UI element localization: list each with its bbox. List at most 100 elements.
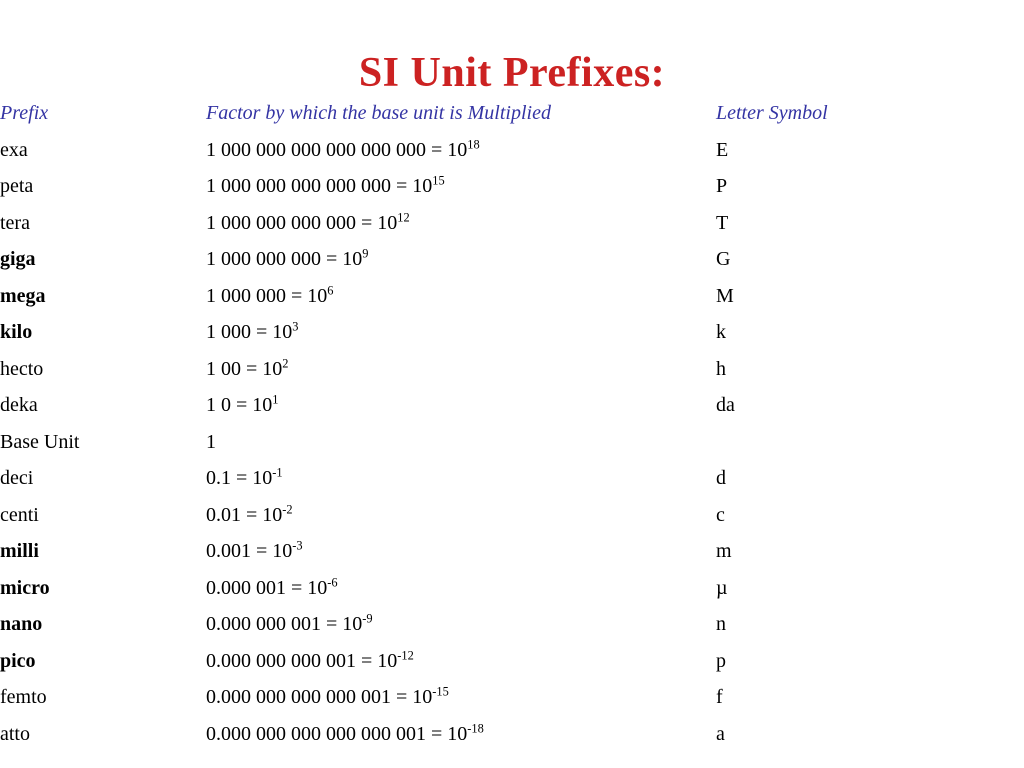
table-row: mega 1 000 000 = 106 M xyxy=(0,278,1024,315)
cell-prefix-name: deci xyxy=(0,467,34,489)
factor-number: 0.000 001 xyxy=(206,576,286,599)
factor-number: 1 0 xyxy=(206,394,231,416)
slide-canvas: SI Unit Prefixes: Prefix Factor by which… xyxy=(0,0,1024,768)
cell-letter-symbol: P xyxy=(716,175,728,197)
cell-factor-value: 0.000 000 000 001 = 10-12 xyxy=(206,643,716,680)
table-header-row: Prefix Factor by which the base unit is … xyxy=(0,95,1024,132)
cell-prefix-name: peta xyxy=(0,175,34,197)
factor-exponent: -15 xyxy=(432,684,449,699)
column-header-letter-symbol: Letter Symbol xyxy=(716,102,828,124)
cell-letter-symbol: a xyxy=(716,722,725,745)
factor-equals-base: = 10 xyxy=(321,613,363,635)
factor-equals-base: = 10 xyxy=(356,649,398,672)
cell-factor-value: 1 0 = 101 xyxy=(206,387,716,424)
table-row: deci 0.1 = 10-1 d xyxy=(0,460,1024,497)
factor-exponent: -12 xyxy=(397,647,414,662)
cell-factor-value: 1 000 000 000 = 109 xyxy=(206,241,716,278)
factor-equals-base: = 10 xyxy=(356,211,398,234)
factor-equals-base: = 10 xyxy=(426,138,468,161)
cell-prefix-name: milli xyxy=(0,540,39,562)
table-body: exa 1 000 000 000 000 000 000 = 1018 Epeta… xyxy=(0,132,1024,753)
cell-factor-value: 1 000 000 = 106 xyxy=(206,278,716,315)
cell-prefix-name: atto xyxy=(0,722,30,745)
table-row: atto 0.000 000 000 000 000 001 = 10-18 a xyxy=(0,716,1024,753)
factor-number: 1 000 000 000 000 000 000 xyxy=(206,138,426,161)
cell-factor-value: 1 xyxy=(206,424,716,461)
cell-prefix-name: centi xyxy=(0,503,39,526)
cell-prefix-name: deka xyxy=(0,394,38,416)
factor-exponent: 3 xyxy=(292,319,299,334)
table-row: giga 1 000 000 000 = 109 G xyxy=(0,241,1024,278)
table-row: deka 1 0 = 101 da xyxy=(0,387,1024,424)
cell-letter-symbol: G xyxy=(716,248,731,270)
factor-exponent: -18 xyxy=(467,720,484,735)
factor-number: 1 000 000 000 000 xyxy=(206,211,356,234)
factor-exponent: 1 xyxy=(272,392,279,407)
cell-factor-value: 0.1 = 10-1 xyxy=(206,460,716,497)
cell-letter-symbol: µ xyxy=(716,576,728,599)
cell-letter-symbol: E xyxy=(716,138,729,161)
cell-factor-value: 1 000 000 000 000 = 1012 xyxy=(206,205,716,242)
cell-factor-value: 1 000 000 000 000 000 = 1015 xyxy=(206,168,716,205)
factor-equals-base: = 10 xyxy=(391,175,433,197)
cell-letter-symbol: n xyxy=(716,613,726,635)
table-row: micro 0.000 001 = 10-6 µ xyxy=(0,570,1024,607)
table-row: femto 0.000 000 000 000 001 = 10-15 f xyxy=(0,679,1024,716)
factor-number: 1 000 000 000 xyxy=(206,248,321,270)
cell-letter-symbol: T xyxy=(716,211,729,234)
cell-factor-value: 1 000 000 000 000 000 000 = 1018 xyxy=(206,132,716,169)
factor-exponent: -2 xyxy=(282,501,293,516)
cell-prefix-name: Base Unit xyxy=(0,430,80,453)
table-row: exa 1 000 000 000 000 000 000 = 1018 E xyxy=(0,132,1024,169)
cell-prefix-name: tera xyxy=(0,211,30,234)
factor-number: 1 000 000 000 000 000 xyxy=(206,175,391,197)
column-header-prefix: Prefix xyxy=(0,102,49,124)
column-header-factor: Factor by which the base unit is Multipl… xyxy=(206,102,551,124)
cell-letter-symbol: m xyxy=(716,540,732,562)
factor-equals-base: = 10 xyxy=(286,284,328,307)
factor-number: 1 00 xyxy=(206,357,241,380)
table-row: tera 1 000 000 000 000 = 1012 T xyxy=(0,205,1024,242)
factor-equals-base: = 10 xyxy=(241,503,283,526)
factor-equals-base: = 10 xyxy=(241,357,283,380)
table-row: pico 0.000 000 000 001 = 10-12 p xyxy=(0,643,1024,680)
table-row: peta 1 000 000 000 000 000 = 1015 P xyxy=(0,168,1024,205)
factor-number: 1 000 000 xyxy=(206,284,286,307)
cell-prefix-name: hecto xyxy=(0,357,44,380)
factor-equals-base: = 10 xyxy=(251,321,293,343)
factor-equals-base: = 10 xyxy=(231,394,273,416)
cell-letter-symbol: M xyxy=(716,284,734,307)
factor-number: 0.000 000 000 000 000 001 xyxy=(206,722,426,745)
factor-number: 0.000 000 000 001 xyxy=(206,649,356,672)
table-row: kilo 1 000 = 103 k xyxy=(0,314,1024,351)
factor-number: 0.000 000 001 xyxy=(206,613,321,635)
factor-exponent: 2 xyxy=(282,355,289,370)
factor-equals-base: = 10 xyxy=(391,686,433,708)
factor-exponent: 12 xyxy=(397,209,410,224)
factor-equals-base: = 10 xyxy=(426,722,468,745)
factor-exponent: 15 xyxy=(432,173,445,188)
factor-exponent: -9 xyxy=(362,611,373,626)
cell-factor-value: 1 00 = 102 xyxy=(206,351,716,388)
factor-number: 0.1 xyxy=(206,467,231,489)
table-row: Base Unit 1 xyxy=(0,424,1024,461)
cell-prefix-name: giga xyxy=(0,248,36,270)
factor-equals-base: = 10 xyxy=(231,467,273,489)
cell-factor-value: 0.000 000 001 = 10-9 xyxy=(206,606,716,643)
cell-prefix-name: exa xyxy=(0,138,28,161)
factor-number: 1 xyxy=(206,430,216,453)
cell-factor-value: 0.000 001 = 10-6 xyxy=(206,570,716,607)
table-row: milli 0.001 = 10-3 m xyxy=(0,533,1024,570)
factor-exponent: 6 xyxy=(327,282,334,297)
cell-factor-value: 0.01 = 10-2 xyxy=(206,497,716,534)
si-prefix-table: Prefix Factor by which the base unit is … xyxy=(0,95,1024,752)
cell-factor-value: 0.000 000 000 000 001 = 10-15 xyxy=(206,679,716,716)
cell-factor-value: 0.000 000 000 000 000 001 = 10-18 xyxy=(206,716,716,753)
factor-number: 0.000 000 000 000 001 xyxy=(206,686,391,708)
cell-letter-symbol: c xyxy=(716,503,725,526)
cell-prefix-name: kilo xyxy=(0,321,33,343)
cell-letter-symbol: h xyxy=(716,357,726,380)
cell-prefix-name: femto xyxy=(0,686,47,708)
factor-number: 0.01 xyxy=(206,503,241,526)
page-title: SI Unit Prefixes: xyxy=(358,50,666,97)
